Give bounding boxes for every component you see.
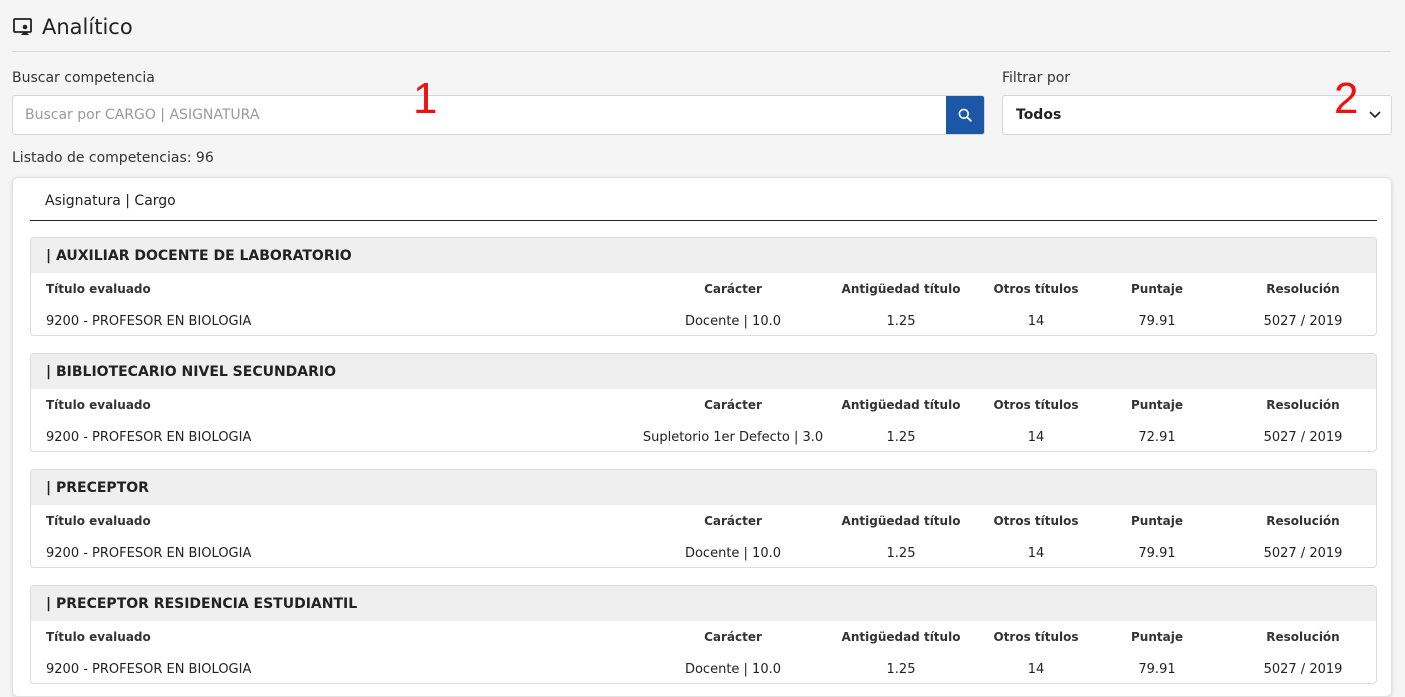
cell-antiguedad: 1.25 bbox=[886, 430, 916, 445]
card-value-row: 9200 - PROFESOR EN BIOLOGIA Supletorio 1… bbox=[31, 421, 1376, 451]
card-column-headers: Título evaluado Carácter Antigüedad títu… bbox=[31, 505, 1376, 537]
col-header-resolucion: Resolución bbox=[1266, 398, 1340, 412]
cell-antiguedad: 1.25 bbox=[886, 546, 916, 561]
col-header-puntaje: Puntaje bbox=[1131, 282, 1183, 296]
col-header-caracter: Carácter bbox=[704, 630, 762, 644]
card-column-headers: Título evaluado Carácter Antigüedad títu… bbox=[31, 389, 1376, 421]
cell-resolucion: 5027 / 2019 bbox=[1263, 430, 1343, 445]
col-header-caracter: Carácter bbox=[704, 282, 762, 296]
col-header-titulo: Título evaluado bbox=[46, 630, 151, 644]
search-box bbox=[12, 95, 985, 135]
competencia-card: | PRECEPTOR Título evaluado Carácter Ant… bbox=[30, 469, 1377, 568]
annotation-number-1: 1 bbox=[413, 74, 438, 123]
results-panel: Asignatura | Cargo | AUXILIAR DOCENTE DE… bbox=[12, 177, 1392, 697]
col-header-resolucion: Resolución bbox=[1266, 514, 1340, 528]
card-value-row: 9200 - PROFESOR EN BIOLOGIA Docente | 10… bbox=[31, 537, 1376, 567]
tab-asignatura-cargo[interactable]: Asignatura | Cargo bbox=[45, 193, 176, 209]
filter-selected-value: Todos bbox=[1016, 107, 1062, 123]
col-header-caracter: Carácter bbox=[704, 514, 762, 528]
page-title: Analítico bbox=[42, 14, 133, 39]
cell-titulo: 9200 - PROFESOR EN BIOLOGIA bbox=[46, 430, 252, 445]
col-header-puntaje: Puntaje bbox=[1131, 514, 1183, 528]
competencia-card: | AUXILIAR DOCENTE DE LABORATORIO Título… bbox=[30, 237, 1377, 336]
search-button[interactable] bbox=[946, 96, 984, 134]
card-value-row: 9200 - PROFESOR EN BIOLOGIA Docente | 10… bbox=[31, 653, 1376, 683]
col-header-antiguedad: Antigüedad título bbox=[841, 398, 961, 412]
col-header-titulo: Título evaluado bbox=[46, 398, 151, 412]
col-header-antiguedad: Antigüedad título bbox=[841, 514, 961, 528]
cell-caracter: Docente | 10.0 bbox=[684, 662, 782, 677]
search-label: Buscar competencia bbox=[12, 70, 155, 86]
card-title: | BIBLIOTECARIO NIVEL SECUNDARIO bbox=[31, 354, 1376, 389]
col-header-resolucion: Resolución bbox=[1266, 630, 1340, 644]
cell-resolucion: 5027 / 2019 bbox=[1263, 546, 1343, 561]
col-header-antiguedad: Antigüedad título bbox=[841, 282, 961, 296]
filter-label: Filtrar por bbox=[1002, 70, 1071, 86]
cell-antiguedad: 1.25 bbox=[886, 314, 916, 329]
col-header-puntaje: Puntaje bbox=[1131, 398, 1183, 412]
cell-caracter: Docente | 10.0 bbox=[684, 314, 782, 329]
cell-otros: 14 bbox=[1027, 314, 1045, 329]
annotation-number-2: 2 bbox=[1334, 74, 1359, 123]
cell-titulo: 9200 - PROFESOR EN BIOLOGIA bbox=[46, 546, 252, 561]
card-title: | AUXILIAR DOCENTE DE LABORATORIO bbox=[31, 238, 1376, 273]
card-title: | PRECEPTOR RESIDENCIA ESTUDIANTIL bbox=[31, 586, 1376, 621]
search-icon bbox=[958, 108, 972, 122]
cell-titulo: 9200 - PROFESOR EN BIOLOGIA bbox=[46, 314, 252, 329]
cell-puntaje: 72.91 bbox=[1138, 430, 1176, 445]
card-column-headers: Título evaluado Carácter Antigüedad títu… bbox=[31, 621, 1376, 653]
cell-otros: 14 bbox=[1027, 662, 1045, 677]
cell-otros: 14 bbox=[1027, 546, 1045, 561]
card-value-row: 9200 - PROFESOR EN BIOLOGIA Docente | 10… bbox=[31, 305, 1376, 335]
presentation-screen-icon bbox=[12, 16, 34, 38]
page-header: Analítico bbox=[12, 10, 1391, 52]
card-title: | PRECEPTOR bbox=[31, 470, 1376, 505]
cell-puntaje: 79.91 bbox=[1138, 546, 1176, 561]
col-header-titulo: Título evaluado bbox=[46, 282, 151, 296]
cell-puntaje: 79.91 bbox=[1138, 314, 1176, 329]
col-header-puntaje: Puntaje bbox=[1131, 630, 1183, 644]
cell-otros: 14 bbox=[1027, 430, 1045, 445]
competencias-count: Listado de competencias: 96 bbox=[12, 150, 214, 166]
card-column-headers: Título evaluado Carácter Antigüedad títu… bbox=[31, 273, 1376, 305]
search-input[interactable] bbox=[13, 96, 946, 134]
col-header-resolucion: Resolución bbox=[1266, 282, 1340, 296]
col-header-otros: Otros títulos bbox=[993, 282, 1079, 296]
col-header-titulo: Título evaluado bbox=[46, 514, 151, 528]
cell-caracter: Docente | 10.0 bbox=[684, 546, 782, 561]
cell-resolucion: 5027 / 2019 bbox=[1263, 314, 1343, 329]
cell-resolucion: 5027 / 2019 bbox=[1263, 662, 1343, 677]
competencia-card: | BIBLIOTECARIO NIVEL SECUNDARIO Título … bbox=[30, 353, 1377, 452]
chevron-down-icon bbox=[1369, 111, 1381, 119]
cell-caracter: Supletorio 1er Defecto | 3.0 bbox=[642, 430, 824, 445]
cell-titulo: 9200 - PROFESOR EN BIOLOGIA bbox=[46, 662, 252, 677]
col-header-otros: Otros títulos bbox=[993, 514, 1079, 528]
cell-antiguedad: 1.25 bbox=[886, 662, 916, 677]
cell-puntaje: 79.91 bbox=[1138, 662, 1176, 677]
competencia-card: | PRECEPTOR RESIDENCIA ESTUDIANTIL Títul… bbox=[30, 585, 1377, 684]
col-header-otros: Otros títulos bbox=[993, 398, 1079, 412]
tab-bar: Asignatura | Cargo bbox=[30, 178, 1377, 221]
col-header-antiguedad: Antigüedad título bbox=[841, 630, 961, 644]
col-header-otros: Otros títulos bbox=[993, 630, 1079, 644]
col-header-caracter: Carácter bbox=[704, 398, 762, 412]
